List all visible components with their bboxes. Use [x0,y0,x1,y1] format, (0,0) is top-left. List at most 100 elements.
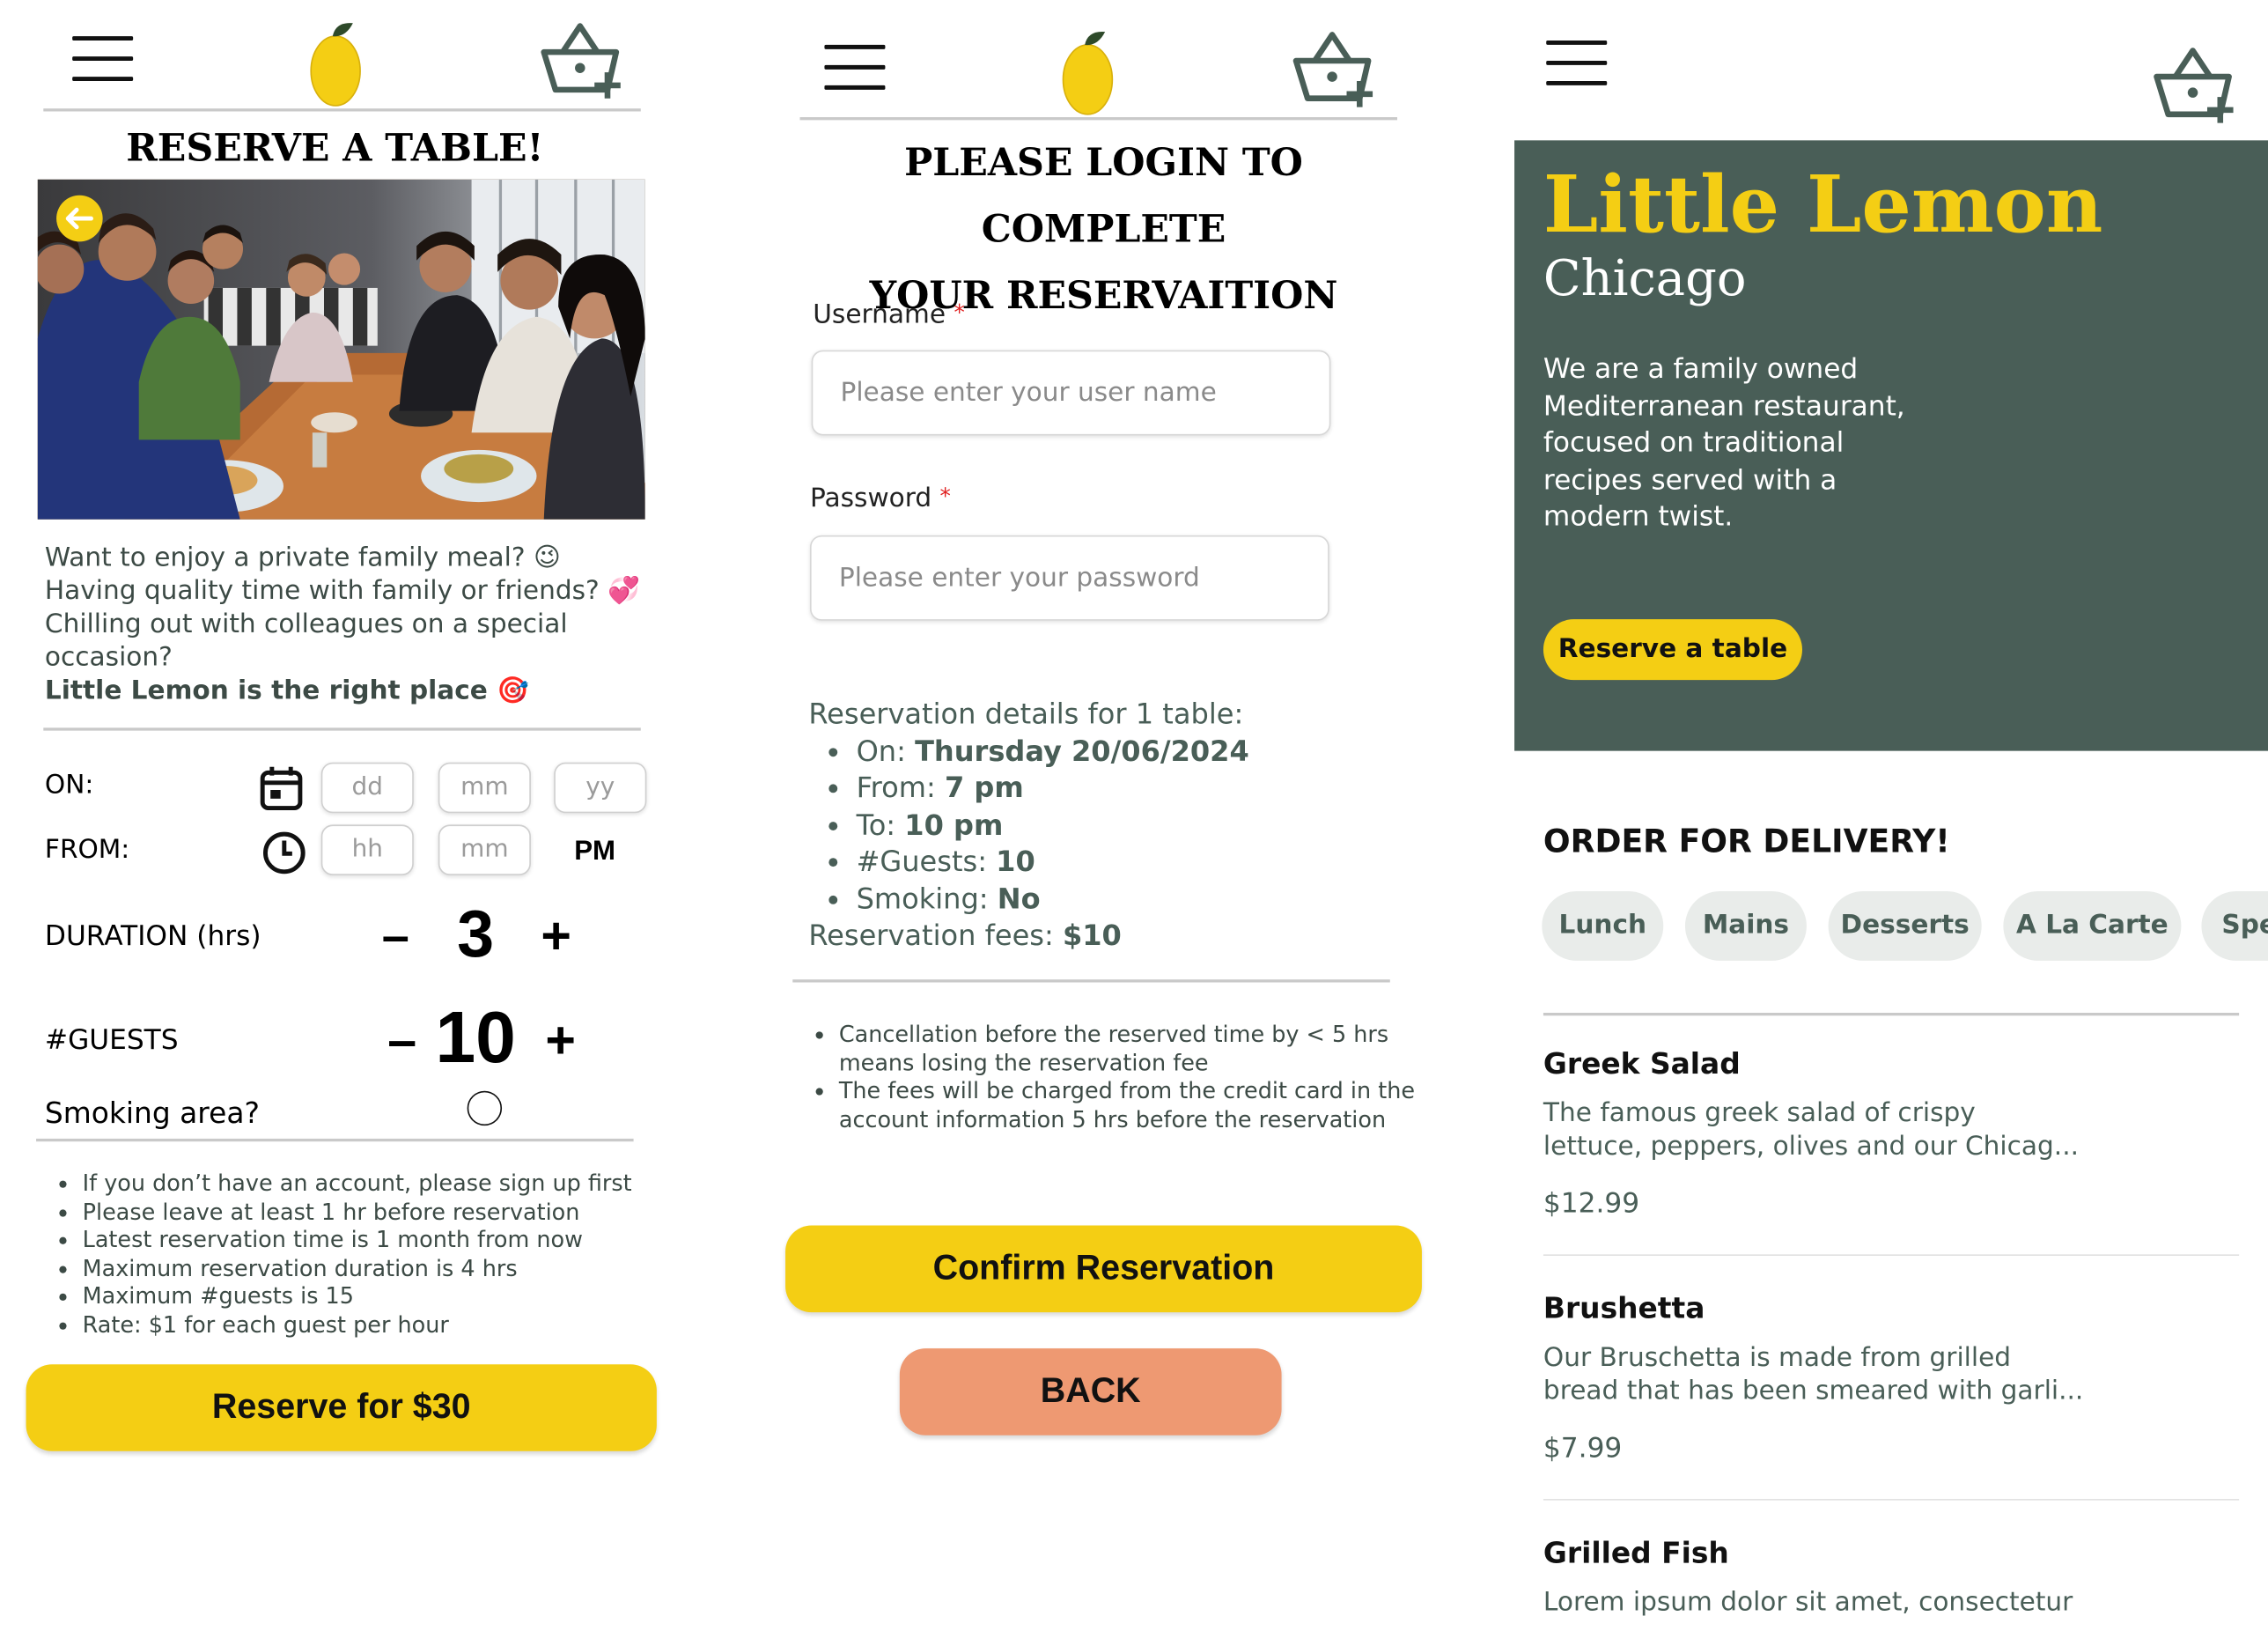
category-desserts[interactable]: Desserts [1828,891,1982,961]
divider [43,727,641,730]
detail-item: From: 7 pm [857,770,1417,807]
details-heading: Reservation details for 1 table: [808,697,1244,731]
divider [1543,1254,2240,1256]
reservation-fees: Reservation fees: $10 [808,919,1122,952]
time-hour-input[interactable]: hh [320,824,414,875]
divider [36,1138,634,1141]
required-mark: * [939,483,951,510]
username-label-text: Username [813,299,946,330]
hero-desc-line: modern twist. [1543,500,1734,533]
hero-description: We are a family owned Mediterranean rest… [1543,351,2007,535]
smoking-label: Smoking area? [44,1095,260,1131]
menu-item-description: Lorem ipsum dolor sit amet, consectetur [1543,1587,2073,1618]
header-divider [799,117,1397,121]
on-label: ON: [44,770,94,801]
divider [1543,1013,2240,1015]
detail-item: #Guests: 10 [857,844,1417,881]
reservation-details: Reservation details for 1 table: On: Thu… [808,696,1416,954]
menu-item-price: $7.99 [1543,1432,1623,1465]
clock-icon[interactable] [261,830,306,875]
basket-add-icon[interactable] [2151,45,2241,126]
duration-increment-button[interactable]: + [541,905,571,966]
password-placeholder: Please enter your password [838,563,1200,594]
lemon-logo-icon[interactable] [1056,26,1119,119]
rule-item: Maximum reservation duration is 4 hrs [83,1255,690,1283]
lemon-logo-icon[interactable] [304,18,367,110]
guests-value: 10 [435,996,516,1078]
guests-label: #GUESTS [44,1024,179,1057]
category-specials[interactable]: Specials [2201,891,2268,961]
hero-section: Little Lemon Chicago We are a family own… [1514,140,2268,751]
note-item: Cancellation before the reserved time by… [839,1022,1418,1078]
username-input[interactable]: Please enter your user name [811,350,1331,436]
menu-item-name[interactable]: Brushetta [1543,1290,1705,1325]
reserve-table-button[interactable]: Reserve a table [1543,619,1803,681]
restaurant-photo [37,179,645,520]
date-month-input[interactable]: mm [438,762,531,814]
rule-item: Rate: $1 for each guest per hour [83,1311,690,1339]
time-minute-input[interactable]: mm [438,824,531,875]
calendar-icon[interactable] [259,765,304,812]
reservation-rules: If you don’t have an account, please sig… [45,1170,690,1339]
category-a-la-carte[interactable]: A La Carte [2003,891,2182,961]
title-line: PLEASE LOGIN TO COMPLETE [904,142,1303,252]
back-arrow-icon[interactable] [55,194,104,243]
detail-item: On: Thursday 20/06/2024 [857,733,1417,770]
detail-item: To: 10 pm [857,807,1417,844]
hero-desc-line: focused on traditional [1543,426,1845,459]
confirm-reservation-button[interactable]: Confirm Reservation [785,1225,1422,1313]
rule-item: Maximum #guests is 15 [83,1283,690,1311]
duration-decrement-button[interactable]: – [382,909,409,965]
from-label: FROM: [44,834,130,866]
menu-item-name[interactable]: Greek Salad [1543,1046,1741,1081]
required-mark: * [954,299,965,326]
hero-title: Little Lemon [1543,158,2103,251]
rule-item: If you don’t have an account, please sig… [83,1170,690,1199]
menu-item-name[interactable]: Grilled Fish [1543,1535,1729,1569]
intro-line: occasion? [44,642,173,673]
password-label-text: Password [810,483,932,514]
password-label: Password * [810,483,951,514]
password-input[interactable]: Please enter your password [810,535,1329,621]
duration-label: DURATION (hrs) [44,919,261,952]
hamburger-menu-icon[interactable] [72,36,134,97]
page-title: RESERVE A TABLE! [126,127,544,171]
divider [1543,1499,2240,1501]
username-placeholder: Please enter your user name [840,377,1217,409]
intro-line: Want to enjoy a private family meal? 😉 [44,542,561,573]
ampm-toggle[interactable]: PM [574,837,615,868]
hamburger-menu-icon[interactable] [1546,41,1608,101]
back-button[interactable]: BACK [899,1348,1282,1435]
order-heading: ORDER FOR DELIVERY! [1543,824,1950,861]
category-mains[interactable]: Mains [1684,891,1807,961]
rule-item: Please leave at least 1 hr before reserv… [83,1199,690,1227]
category-lunch[interactable]: Lunch [1542,891,1664,961]
intro-line: Having quality time with family or frien… [44,575,640,607]
note-item: The fees will be charged from the credit… [839,1078,1418,1134]
guests-decrement-button[interactable]: – [387,1010,416,1071]
menu-item-description: Our Bruschetta is made from grilled bread… [1543,1342,2084,1406]
smoking-radio[interactable] [467,1090,503,1126]
reserve-button[interactable]: Reserve for $30 [26,1364,657,1451]
date-day-input[interactable]: dd [320,762,414,814]
date-year-input[interactable]: yy [554,762,647,814]
header-divider [43,108,641,112]
hero-city: Chicago [1543,250,1747,308]
guests-increment-button[interactable]: + [545,1010,576,1071]
intro-tagline: Little Lemon is the right place 🎯 [44,675,529,706]
detail-item: Smoking: No [857,881,1417,918]
intro-text: Want to enjoy a private family meal? 😉 H… [45,541,652,707]
basket-add-icon[interactable] [538,20,628,101]
hamburger-menu-icon[interactable] [824,44,886,106]
rule-item: Latest reservation time is 1 month from … [83,1227,690,1255]
menu-item-description: The famous greek salad of crispy lettuce,… [1543,1097,2079,1162]
intro-line: Chilling out with colleagues on a specia… [44,609,568,640]
menu-item-price: $12.99 [1543,1187,1640,1220]
hero-desc-line: recipes served with a [1543,463,1837,496]
username-label: Username * [813,299,965,330]
basket-add-icon[interactable] [1290,29,1380,110]
divider [792,979,1390,982]
hero-desc-line: Mediterranean restaurant, [1543,389,1905,422]
cancellation-notes: Cancellation before the reserved time by… [801,1022,1418,1134]
hero-desc-line: We are a family owned [1543,352,1859,385]
